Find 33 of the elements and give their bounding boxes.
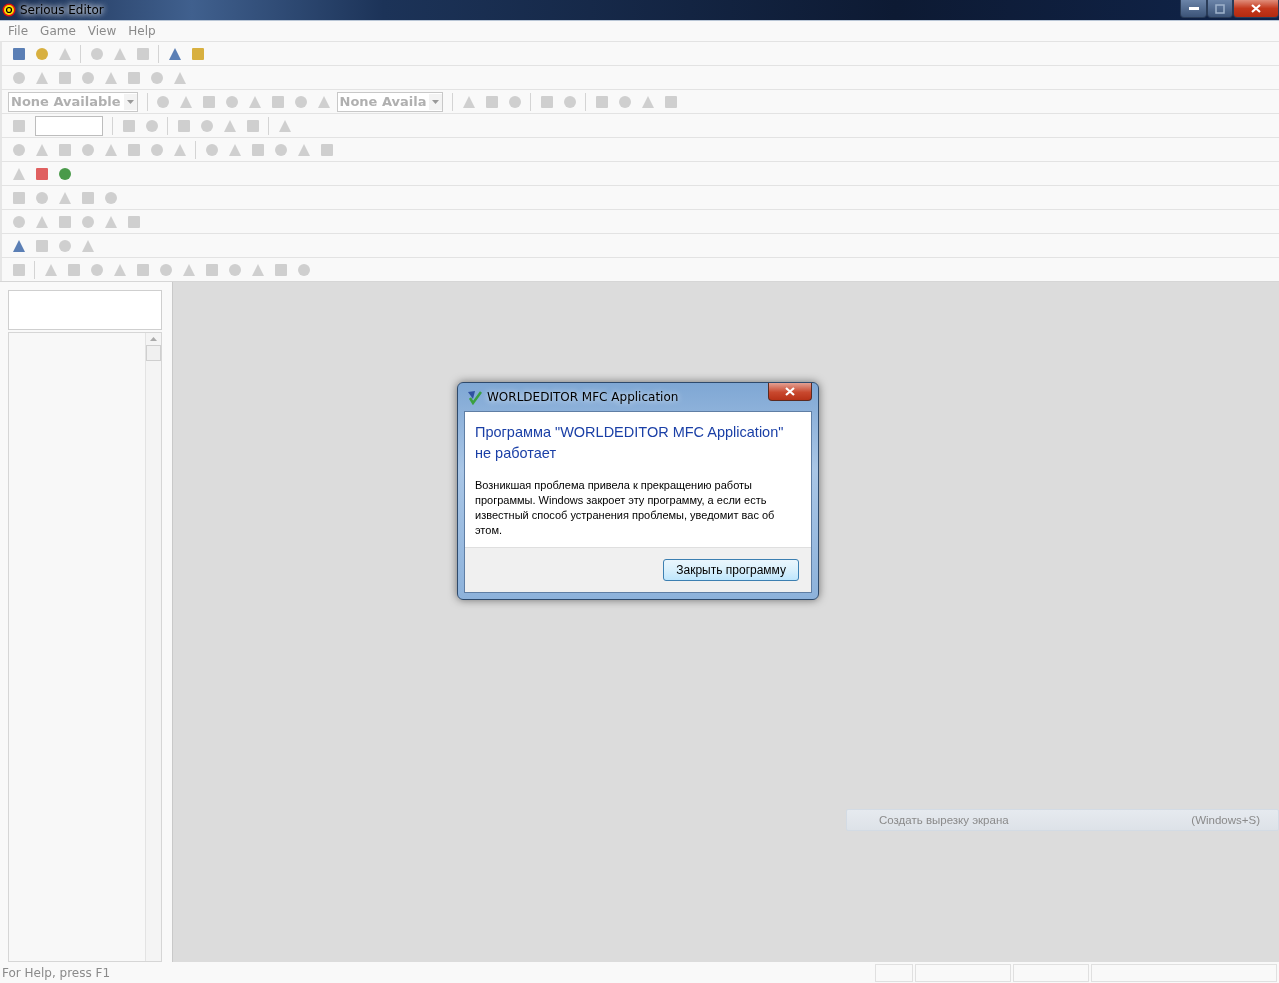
shortcut-text: (Windows+S) (1191, 814, 1260, 826)
menu-item[interactable]: File (2, 24, 35, 38)
close-button[interactable] (768, 383, 812, 401)
minimize-icon (1188, 6, 1199, 11)
maximize-icon (1215, 3, 1225, 14)
menu-item[interactable]: View (81, 24, 123, 38)
combo-box[interactable]: None Available (8, 91, 138, 112)
window-title: Serious Editor (20, 3, 104, 17)
close-icon (785, 387, 795, 396)
scroll-thumb[interactable] (146, 345, 161, 361)
tooltip-label: Создать вырезку экрана (879, 814, 1009, 826)
menu-item[interactable]: Help (122, 24, 162, 38)
scrollbar[interactable] (145, 333, 161, 961)
scroll-up-icon[interactable] (150, 337, 157, 341)
close-button[interactable] (1233, 0, 1279, 18)
app-logo-icon (2, 3, 16, 17)
dialog-title: WORLDEDITOR MFC Application (487, 390, 679, 404)
dialog-heading: Программа "WORLDEDITOR MFC Application" не работает (475, 423, 785, 463)
caret-icon (126, 99, 134, 104)
close-program-button[interactable]: Закрыть программу (663, 559, 799, 581)
minimize-button[interactable] (1180, 0, 1207, 18)
app-icon (466, 389, 482, 405)
combo-box[interactable]: None Availa (336, 91, 444, 112)
menu-item[interactable]: Game (34, 24, 82, 38)
dialog-message: Возникшая проблема привела к прекращению работы программы. Windows закроет эту программу, а если есть известный способ устранения проблемы, уведомит вас об этом. (475, 478, 776, 538)
status-text: For Help, press F1 (2, 965, 111, 980)
input-field[interactable] (35, 115, 103, 136)
caret-icon (432, 99, 440, 104)
close-icon (1251, 4, 1261, 13)
input-field[interactable] (8, 290, 162, 330)
snip-tooltip[interactable]: Создать вырезку экрана (Windows+S) (846, 809, 1279, 831)
status-pane (875, 963, 913, 982)
maximize-button[interactable] (1207, 0, 1233, 18)
